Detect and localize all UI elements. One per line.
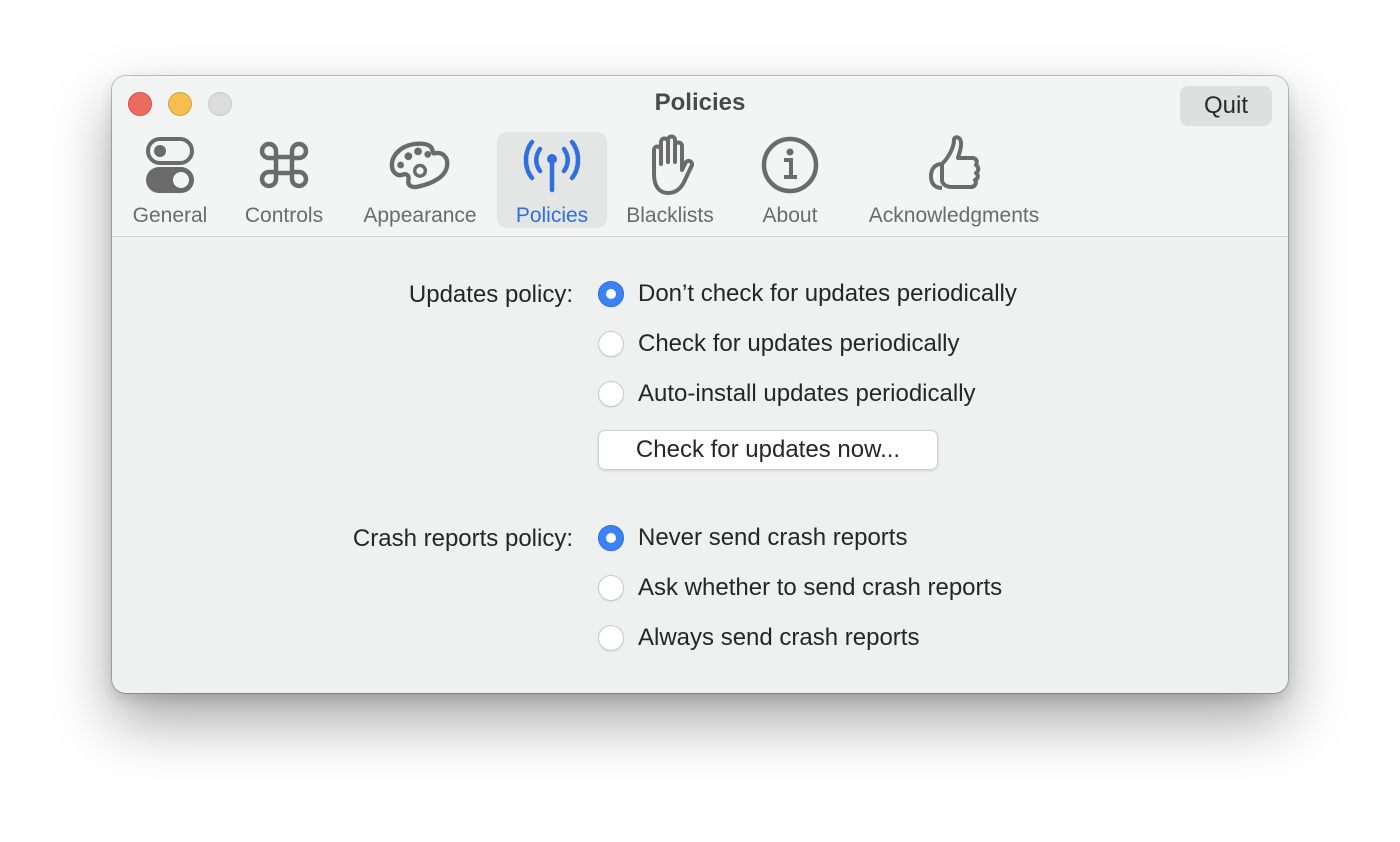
check-for-updates-now-button[interactable]: Check for updates now...: [598, 430, 938, 470]
tab-about[interactable]: About: [748, 132, 832, 228]
tab-label: Policies: [515, 204, 589, 227]
updates-policy-label: Updates policy:: [408, 281, 573, 308]
command-key-icon: [252, 134, 316, 196]
radio-auto-install-updates[interactable]: Auto-install updates periodically: [598, 380, 976, 408]
radio-button-selected[interactable]: [598, 525, 624, 551]
radio-label: Auto-install updates periodically: [638, 380, 976, 407]
antenna-broadcast-icon: [520, 134, 584, 196]
radio-dont-check-updates[interactable]: Don’t check for updates periodically: [598, 280, 1017, 308]
thumbs-up-icon: [922, 134, 986, 196]
radio-always-send-crash-reports[interactable]: Always send crash reports: [598, 624, 919, 652]
tab-blacklists[interactable]: Blacklists: [618, 132, 722, 228]
radio-button[interactable]: [598, 575, 624, 601]
tab-label: General: [132, 204, 208, 227]
crash-reports-policy-label: Crash reports policy:: [352, 525, 573, 552]
tab-label: About: [762, 204, 818, 227]
radio-label: Don’t check for updates periodically: [638, 280, 1017, 307]
tab-appearance[interactable]: Appearance: [352, 132, 488, 228]
radio-button[interactable]: [598, 331, 624, 357]
policies-pane: Updates policy: Don’t check for updates …: [112, 237, 1288, 693]
title-bar: Policies Quit General Controls Appearanc…: [112, 76, 1288, 237]
radio-label: Ask whether to send crash reports: [638, 574, 1003, 601]
tab-policies[interactable]: Policies: [497, 132, 607, 228]
tab-label: Controls: [244, 204, 324, 227]
tab-acknowledgments[interactable]: Acknowledgments: [852, 132, 1056, 228]
tab-general[interactable]: General: [126, 132, 214, 228]
tab-label: Acknowledgments: [868, 204, 1040, 227]
radio-label: Never send crash reports: [638, 524, 908, 551]
radio-button[interactable]: [598, 625, 624, 651]
tab-controls[interactable]: Controls: [236, 132, 332, 228]
radio-check-updates-periodically[interactable]: Check for updates periodically: [598, 330, 960, 358]
radio-label: Check for updates periodically: [638, 330, 960, 357]
radio-label: Always send crash reports: [638, 624, 920, 651]
quit-button[interactable]: Quit: [1180, 86, 1272, 126]
info-circle-icon: [758, 134, 822, 196]
radio-button[interactable]: [598, 381, 624, 407]
radio-button-selected[interactable]: [598, 281, 624, 307]
raised-hand-icon: [638, 134, 702, 196]
radio-never-send-crash-reports[interactable]: Never send crash reports: [598, 524, 907, 552]
toggle-switches-icon: [138, 134, 202, 196]
tab-label: Blacklists: [626, 204, 714, 227]
tab-label: Appearance: [363, 204, 477, 227]
palette-icon: [388, 134, 452, 196]
preferences-window: Policies Quit General Controls Appearanc…: [112, 76, 1288, 693]
window-title: Policies: [654, 89, 746, 116]
radio-ask-send-crash-reports[interactable]: Ask whether to send crash reports: [598, 574, 1002, 602]
